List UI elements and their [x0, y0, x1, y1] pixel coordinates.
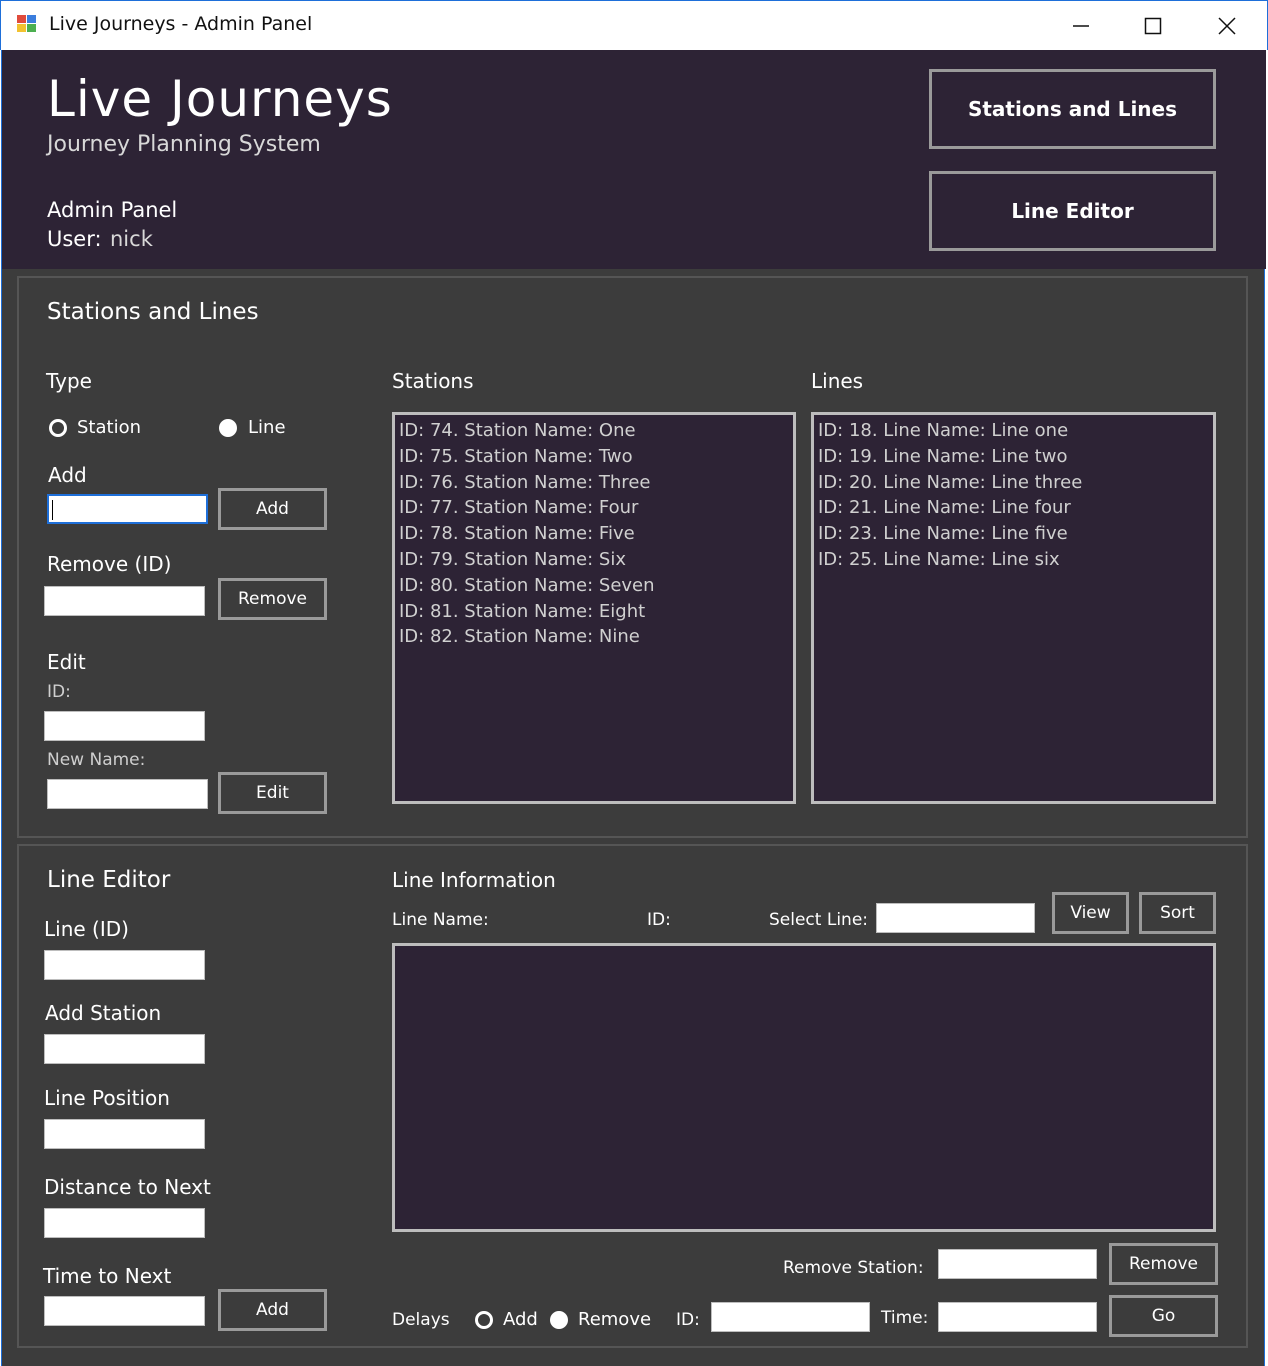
app-header: Live Journeys Journey Planning System Ad…: [2, 50, 1266, 269]
line-editor-nav-button[interactable]: Line Editor: [929, 171, 1216, 251]
list-item[interactable]: ID: 21. Line Name: Line four: [818, 495, 1209, 521]
list-item[interactable]: ID: 82. Station Name: Nine: [399, 624, 789, 650]
text-caret: [52, 500, 53, 520]
select-line-label: Select Line:: [769, 910, 869, 930]
station-radio-label: Station: [77, 417, 141, 438]
line-info-title: Line Information: [392, 868, 556, 892]
window-titlebar: Live Journeys - Admin Panel: [0, 0, 1268, 50]
time-input[interactable]: [44, 1296, 205, 1326]
admin-panel-label: Admin Panel: [47, 198, 178, 222]
list-item[interactable]: ID: 81. Station Name: Eight: [399, 599, 789, 625]
line-position-input[interactable]: [44, 1119, 205, 1149]
list-item[interactable]: ID: 80. Station Name: Seven: [399, 573, 789, 599]
line-id-label: Line (ID): [44, 917, 129, 941]
edit-label: Edit: [47, 650, 86, 674]
add-label: Add: [48, 463, 87, 487]
maximize-icon[interactable]: [1117, 1, 1189, 51]
list-item[interactable]: ID: 77. Station Name: Four: [399, 495, 789, 521]
edit-button[interactable]: Edit: [218, 772, 327, 814]
delay-add-label: Add: [503, 1309, 538, 1330]
view-button[interactable]: View: [1052, 892, 1129, 934]
remove-station-label: Remove Station:: [783, 1258, 924, 1278]
stations-listbox[interactable]: ID: 74. Station Name: One ID: 75. Statio…: [392, 412, 796, 804]
user-name: nick: [110, 227, 153, 251]
distance-label: Distance to Next: [44, 1175, 211, 1199]
line-id-info-label: ID:: [647, 910, 671, 930]
sort-button[interactable]: Sort: [1139, 892, 1216, 934]
time-label: Time to Next: [43, 1264, 172, 1288]
lines-listbox[interactable]: ID: 18. Line Name: Line one ID: 19. Line…: [811, 412, 1216, 804]
line-info-listbox[interactable]: [392, 943, 1216, 1232]
add-line-station-button[interactable]: Add: [218, 1289, 327, 1331]
go-button[interactable]: Go: [1109, 1295, 1218, 1337]
app-icon: [17, 15, 39, 35]
delays-label: Delays: [392, 1310, 450, 1330]
remove-id-input[interactable]: [44, 586, 205, 616]
delay-remove-radio[interactable]: [550, 1311, 568, 1329]
remove-id-label: Remove (ID): [47, 552, 172, 576]
app-subtitle: Journey Planning System: [47, 132, 321, 157]
user-label: User:: [47, 227, 102, 251]
delay-time-label: Time:: [881, 1308, 929, 1328]
line-id-input[interactable]: [44, 950, 205, 980]
delay-id-label: ID:: [676, 1310, 700, 1330]
distance-input[interactable]: [44, 1208, 205, 1238]
list-item[interactable]: ID: 19. Line Name: Line two: [818, 444, 1209, 470]
delay-time-input[interactable]: [938, 1302, 1097, 1332]
edit-new-name-input[interactable]: [47, 779, 208, 809]
line-editor-title: Line Editor: [47, 867, 171, 893]
minimize-icon[interactable]: [1045, 1, 1117, 51]
remove-station-input[interactable]: [938, 1249, 1097, 1279]
edit-id-label: ID:: [47, 682, 71, 702]
select-line-input[interactable]: [876, 903, 1035, 933]
line-name-label: Line Name:: [392, 910, 489, 930]
lines-header: Lines: [811, 369, 864, 393]
window-title: Live Journeys - Admin Panel: [49, 13, 313, 35]
delay-remove-label: Remove: [578, 1309, 652, 1330]
line-position-label: Line Position: [44, 1086, 170, 1110]
edit-new-name-label: New Name:: [47, 750, 146, 770]
add-station-input[interactable]: [44, 1034, 205, 1064]
delay-add-radio[interactable]: [475, 1311, 493, 1329]
delay-id-input[interactable]: [711, 1302, 870, 1332]
list-item[interactable]: ID: 75. Station Name: Two: [399, 444, 789, 470]
edit-id-input[interactable]: [44, 711, 205, 741]
list-item[interactable]: ID: 25. Line Name: Line six: [818, 547, 1209, 573]
station-radio[interactable]: [49, 419, 67, 437]
line-radio[interactable]: [219, 419, 237, 437]
stations-lines-title: Stations and Lines: [47, 299, 259, 325]
main-window: Live Journeys Journey Planning System Ad…: [1, 50, 1266, 1366]
stations-lines-panel: Stations and Lines Type Station Line Add…: [17, 276, 1248, 838]
line-radio-label: Line: [248, 417, 286, 438]
line-editor-panel: Line Editor Line (ID) Add Station Line P…: [17, 844, 1248, 1348]
list-item[interactable]: ID: 18. Line Name: Line one: [818, 418, 1209, 444]
stations-header: Stations: [392, 369, 474, 393]
add-station-label: Add Station: [45, 1001, 162, 1025]
close-icon[interactable]: [1191, 1, 1263, 51]
stations-lines-nav-button[interactable]: Stations and Lines: [929, 69, 1216, 149]
add-name-input[interactable]: [47, 494, 208, 524]
remove-line-station-button[interactable]: Remove: [1109, 1243, 1218, 1285]
list-item[interactable]: ID: 23. Line Name: Line five: [818, 521, 1209, 547]
app-title: Live Journeys: [47, 70, 393, 128]
list-item[interactable]: ID: 20. Line Name: Line three: [818, 470, 1209, 496]
remove-station-line-button[interactable]: Remove: [218, 578, 327, 620]
add-station-line-button[interactable]: Add: [218, 488, 327, 530]
list-item[interactable]: ID: 78. Station Name: Five: [399, 521, 789, 547]
list-item[interactable]: ID: 76. Station Name: Three: [399, 470, 789, 496]
type-label: Type: [46, 369, 92, 393]
list-item[interactable]: ID: 79. Station Name: Six: [399, 547, 789, 573]
list-item[interactable]: ID: 74. Station Name: One: [399, 418, 789, 444]
